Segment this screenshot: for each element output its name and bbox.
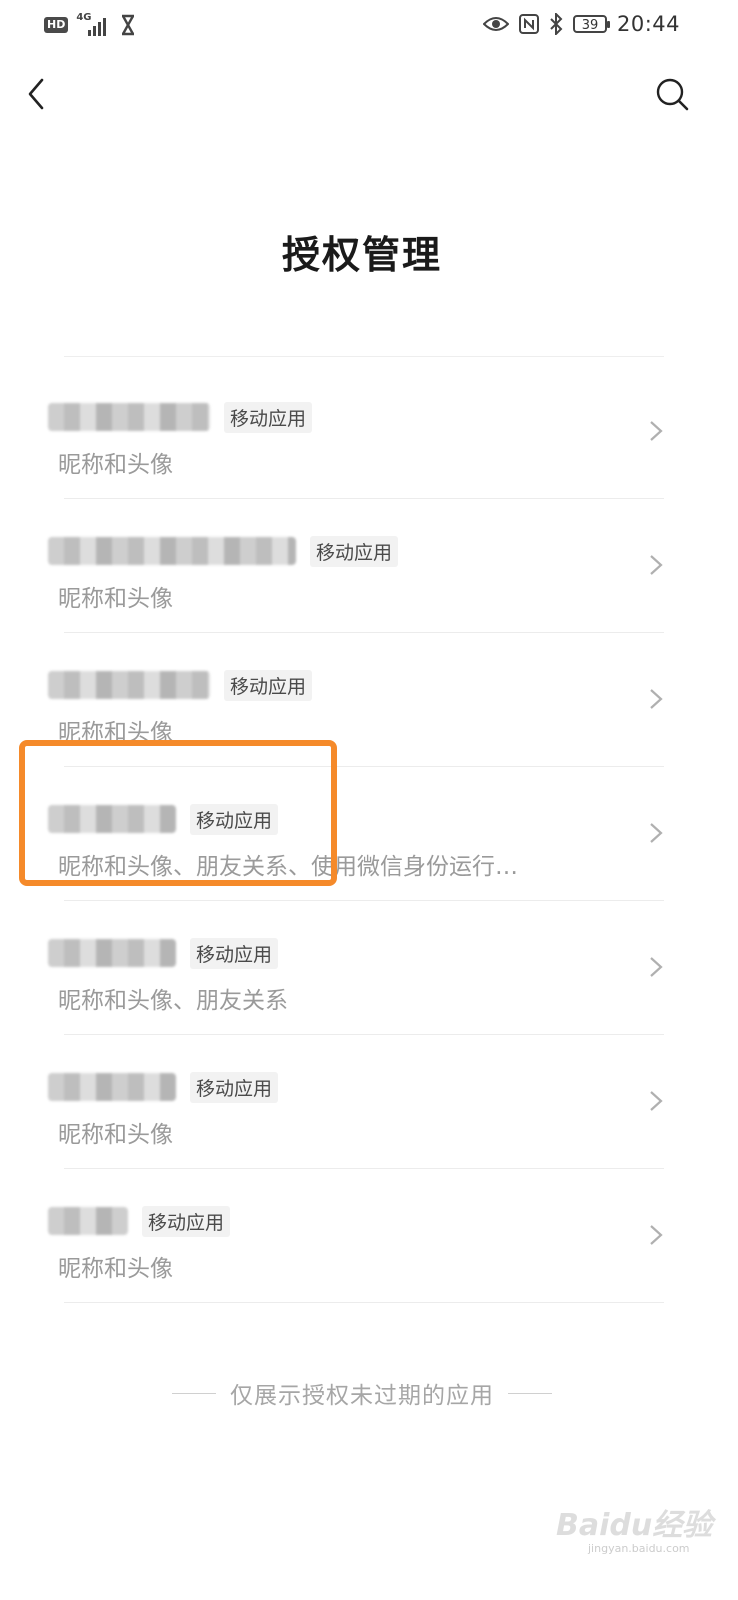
search-icon[interactable] [654,76,690,112]
app-row[interactable]: 移动应用 昵称和头像 [0,499,738,633]
redacted-app-name [48,1207,128,1235]
app-row[interactable]: 移动应用 昵称和头像 [0,1035,738,1169]
app-name: 移动应用 [48,1071,279,1103]
chevron-right-icon [650,555,663,575]
app-type-tag: 移动应用 [224,669,313,701]
status-right: 39 20:44 [482,12,680,36]
bluetooth-icon [550,13,563,35]
redacted-app-name [48,537,296,565]
app-name: 移动应用 [48,1205,231,1237]
baidu-watermark-logo: Baidu经验 [556,1508,713,1543]
app-name: 移动应用 [48,937,279,969]
footer-text: 仅展示授权未过期的应用 [230,1383,494,1409]
nfc-icon [518,14,539,34]
redacted-app-name [48,1073,176,1101]
permission-summary: 昵称和头像 [58,1256,173,1282]
redacted-app-name [48,939,176,967]
footer-note: 仅展示授权未过期的应用 [0,1376,724,1410]
app-type-tag: 移动应用 [142,1205,231,1237]
highlight-box [19,740,337,886]
app-type-tag: 移动应用 [310,535,399,567]
app-name: 移动应用 [48,669,313,701]
chevron-right-icon [650,421,663,441]
app-type-tag: 移动应用 [190,1071,279,1103]
hourglass-icon [122,14,135,36]
chevron-right-icon [650,823,663,843]
baidu-watermark-url: jingyan.baidu.com [588,1542,690,1555]
permission-summary: 昵称和头像、朋友关系 [58,988,288,1014]
status-bar: HD 4G 39 20:44 [0,0,738,52]
status-left: HD 4G [44,12,136,36]
app-row[interactable]: 移动应用 昵称和头像 [0,1169,738,1303]
signal-icon: 4G [76,12,112,36]
permission-summary: 昵称和头像 [58,1122,173,1148]
battery-icon: 39 [572,15,610,33]
app-row[interactable]: 移动应用 昵称和头像、朋友关系 [0,901,738,1035]
permission-summary: 昵称和头像 [58,586,173,612]
divider [508,1392,552,1394]
hd-badge: HD [44,17,69,33]
divider [172,1392,216,1394]
permission-summary: 昵称和头像 [58,452,173,478]
chevron-right-icon [650,689,663,709]
chevron-right-icon [650,1091,663,1111]
app-row[interactable]: 移动应用 昵称和头像 [0,365,738,499]
divider [64,356,664,357]
redacted-app-name [48,671,210,699]
chevron-right-icon [650,957,663,977]
page-title: 授权管理 [281,233,442,277]
app-type-tag: 移动应用 [224,401,313,433]
app-name: 移动应用 [48,401,313,433]
chevron-right-icon [650,1225,663,1245]
redacted-app-name [48,403,210,431]
eye-icon [482,17,509,31]
app-type-tag: 移动应用 [190,937,279,969]
clock: 20:44 [616,12,680,36]
back-button[interactable] [22,76,54,112]
app-name: 移动应用 [48,535,399,567]
